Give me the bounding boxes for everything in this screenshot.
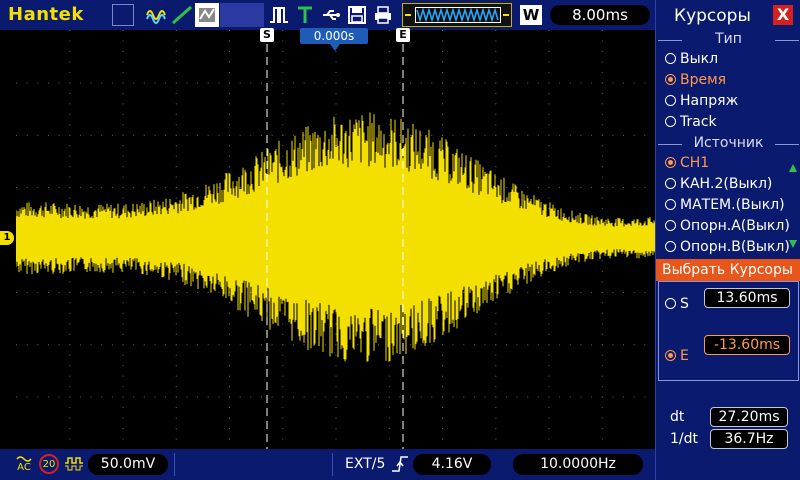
dt-label: dt xyxy=(670,409,685,425)
cursor-s-value[interactable]: 13.60ms xyxy=(704,288,790,308)
persistence-mode-icon[interactable] xyxy=(195,3,219,27)
radio-icon xyxy=(665,95,676,106)
close-icon[interactable]: X xyxy=(773,5,793,25)
save-disk-icon[interactable] xyxy=(346,3,368,27)
toolbar-icons xyxy=(268,3,394,27)
radio-selected-icon xyxy=(665,157,676,168)
rising-edge-icon[interactable] xyxy=(390,453,410,475)
coupling-ac-icon[interactable]: AC xyxy=(14,453,34,475)
trigger-t-icon[interactable] xyxy=(294,3,316,27)
trigger-position-pointer xyxy=(330,44,340,51)
waveform-mode-icon[interactable] xyxy=(145,3,169,27)
cursor-menu-panel: Курсоры X Тип Выкл Время Напряж Track Ис… xyxy=(655,0,800,480)
scroll-down-icon[interactable] xyxy=(789,240,797,248)
type-option-time[interactable]: Время xyxy=(665,72,726,88)
radio-icon xyxy=(665,241,676,252)
inv-dt-label: 1/dt xyxy=(670,431,698,447)
invert-icon[interactable] xyxy=(63,453,85,475)
bw-limit-icon[interactable]: 20 xyxy=(39,454,59,474)
cursor-e-marker[interactable]: E xyxy=(396,28,410,42)
trigger-source-label[interactable]: EXT/5 xyxy=(345,456,385,472)
pulse-icon[interactable] xyxy=(268,3,290,27)
inv-dt-value: 36.7Hz xyxy=(710,429,788,449)
radio-selected-icon xyxy=(665,74,676,85)
cursor-e-value[interactable]: -13.60ms xyxy=(704,335,790,355)
radio-icon xyxy=(665,298,676,309)
radio-icon xyxy=(665,53,676,64)
top-bar: Hantek W 8.00ms xyxy=(0,0,655,30)
frequency-readout: 10.0000Hz xyxy=(513,454,643,475)
source-option-ref-b[interactable]: Опорн.В(Выкл) xyxy=(665,239,790,255)
type-option-voltage[interactable]: Напряж xyxy=(665,93,738,109)
vector-mode-icon[interactable] xyxy=(170,3,194,27)
divider xyxy=(332,453,333,476)
source-option-ch1[interactable]: CH1 xyxy=(665,155,709,171)
brand-logo: Hantek xyxy=(8,4,84,25)
cursor-s-marker[interactable]: S xyxy=(260,28,274,42)
source-option-math[interactable]: МАТЕМ.(Выкл) xyxy=(665,197,785,213)
type-option-track[interactable]: Track xyxy=(665,114,717,130)
trigger-position-readout[interactable]: 0.000s xyxy=(300,28,368,44)
scroll-up-icon[interactable] xyxy=(789,164,797,172)
memory-position-bar[interactable] xyxy=(402,3,512,27)
radio-icon xyxy=(665,220,676,231)
select-cursors-header[interactable]: Выбрать Курсоры xyxy=(656,259,800,281)
type-group-title: Тип xyxy=(656,31,800,47)
run-status-box[interactable] xyxy=(112,4,134,26)
usb-icon[interactable] xyxy=(320,3,342,27)
timebase-readout[interactable]: 8.00ms xyxy=(550,5,650,25)
trigger-level-readout[interactable]: 4.16V xyxy=(413,454,491,475)
radio-selected-icon xyxy=(665,350,676,361)
divider xyxy=(174,453,175,476)
source-option-ch2[interactable]: КАН.2(Выкл) xyxy=(665,176,772,192)
source-option-ref-a[interactable]: Опорн.А(Выкл) xyxy=(665,218,790,234)
type-option-off[interactable]: Выкл xyxy=(665,51,718,67)
memory-view-window xyxy=(415,7,501,23)
waveform-display[interactable] xyxy=(16,30,655,449)
radio-icon xyxy=(665,116,676,127)
radio-icon xyxy=(665,178,676,189)
radio-icon xyxy=(665,199,676,210)
dt-value: 27.20ms xyxy=(710,407,788,427)
bottom-status-bar: AC 20 50.0mV EXT/5 4.16V 10.0000Hz xyxy=(0,449,655,480)
cursor-e-option[interactable]: E xyxy=(665,348,689,364)
cursor-s-option[interactable]: S xyxy=(665,296,689,312)
status-blank-field xyxy=(220,3,264,27)
print-icon[interactable] xyxy=(372,3,394,27)
ch1-ground-marker[interactable]: 1 xyxy=(0,231,14,245)
cursor-lines xyxy=(266,44,404,449)
display-mode-group xyxy=(145,3,219,27)
source-group-title: Источник xyxy=(656,135,800,151)
window-mode-badge[interactable]: W xyxy=(520,5,542,25)
ch1-scale-readout[interactable]: 50.0mV xyxy=(88,454,168,475)
